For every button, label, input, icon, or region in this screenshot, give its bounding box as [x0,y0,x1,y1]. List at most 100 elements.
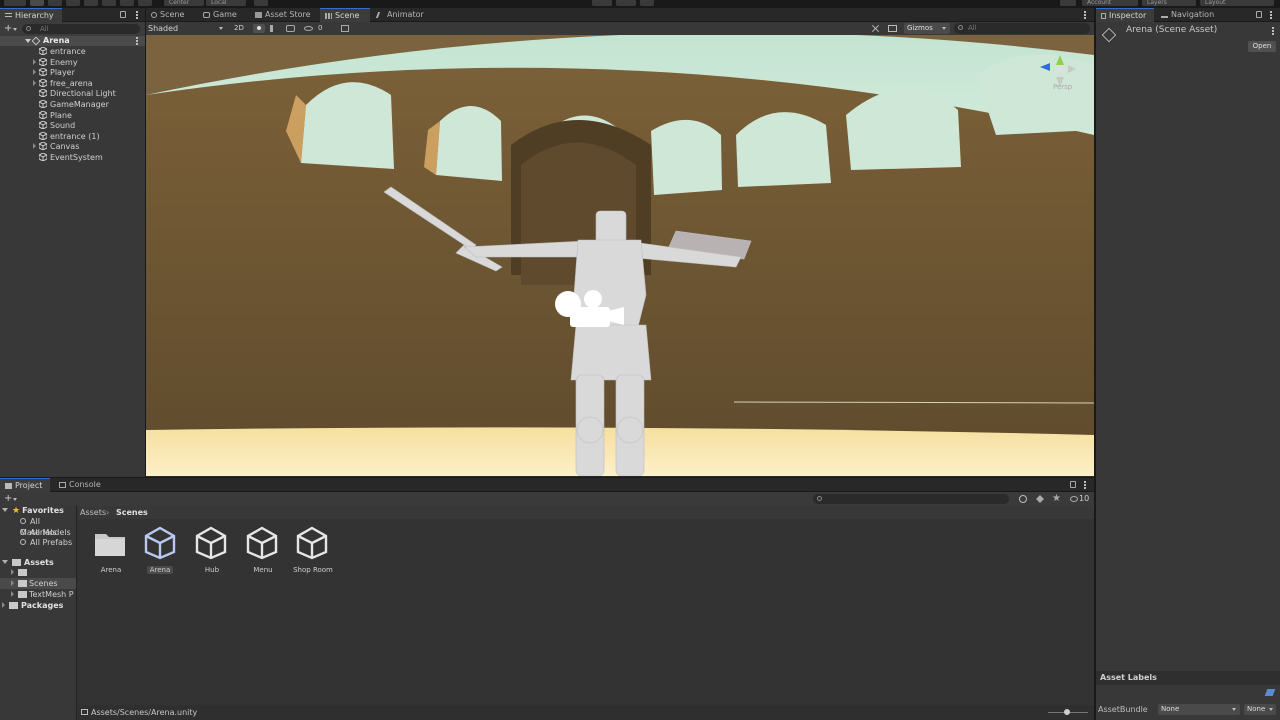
expand-arrow-icon[interactable] [11,579,14,586]
add-icon[interactable]: + [4,23,12,34]
hierarchy-item[interactable]: Canvas [0,141,145,152]
hierarchy-item[interactable]: entrance [0,46,145,57]
favorite-star-icon[interactable]: ★ [1052,492,1061,506]
expand-arrow-icon[interactable] [33,69,36,76]
camera-settings-icon[interactable] [888,25,897,32]
shading-mode-dropdown[interactable]: Shaded [148,22,226,35]
tools-icon[interactable] [871,24,880,33]
space-toggle[interactable]: Local [206,0,246,6]
tab-scene-1[interactable]: Scene [146,8,196,22]
scene-menu-icon[interactable] [136,37,138,45]
create-asset-icon[interactable]: + [4,493,12,504]
asset-options-icon[interactable] [1272,27,1274,35]
lighting-toggle-icon[interactable] [253,24,265,33]
tab-asset-store[interactable]: Asset Store [250,8,318,22]
hierarchy-item[interactable]: free_arena [0,78,145,89]
tab-hierarchy[interactable]: Hierarchy [0,8,62,22]
tab-project[interactable]: Project [0,478,50,492]
hierarchy-item[interactable]: Directional Light [0,88,145,99]
favorite-item[interactable]: All Models [20,527,71,538]
lock-icon[interactable] [1070,481,1076,488]
asset-bundle-dropdown[interactable]: None [1158,704,1240,715]
scene-search-input[interactable]: All [954,23,1090,34]
tab-animator[interactable]: Animator [372,8,432,22]
snap-icon[interactable] [254,0,268,6]
collab-cloud-icon[interactable] [1060,0,1076,6]
rotate-tool-icon[interactable] [66,0,80,6]
icon-size-slider[interactable] [1048,709,1088,715]
visibility-icon[interactable] [304,25,313,32]
slider-handle[interactable] [1064,709,1070,715]
project-scene-item[interactable]: Hub [192,526,232,578]
asset-folder-item[interactable]: Scenes [0,577,76,589]
asset-bundle-variant-dropdown[interactable]: None [1244,704,1276,715]
project-scene-item[interactable]: Menu [243,526,283,578]
move-tool-icon[interactable] [48,0,62,6]
expand-arrow-icon[interactable] [11,569,14,575]
expand-arrow-icon[interactable] [11,590,14,597]
favorite-item[interactable]: All Prefabs [20,537,72,548]
expand-arrow-icon[interactable] [33,143,36,150]
view-tool-icon[interactable] [30,0,44,6]
lock-icon[interactable] [1256,11,1262,18]
gizmos-dropdown[interactable]: Gizmos [904,23,950,34]
scene-panel-menu-icon[interactable] [1084,11,1086,19]
create-dropdown-icon[interactable] [13,498,17,501]
account-menu-icon[interactable] [4,0,26,6]
hierarchy-menu-icon[interactable] [136,11,138,19]
account-dropdown[interactable]: Account [1082,0,1138,6]
expand-arrow-icon[interactable] [25,39,31,43]
hierarchy-item[interactable]: Plane [0,110,145,121]
rect-tool-icon[interactable] [102,0,116,6]
inspector-menu-icon[interactable] [1270,11,1272,19]
orientation-gizmo[interactable]: Persp [1038,53,1078,95]
expand-arrow-icon[interactable] [33,79,36,86]
open-button[interactable]: Open [1248,41,1276,52]
hidden-packages-badge[interactable]: 10 [1070,492,1089,506]
favorites-section[interactable]: ★ Favorites [2,506,64,516]
packages-section[interactable]: Packages [2,600,63,611]
effects-toggle-icon[interactable] [286,25,295,32]
search-by-type-icon[interactable] [1019,495,1027,503]
hierarchy-search-input[interactable]: All [22,24,140,34]
label-tag-icon[interactable] [1264,689,1276,696]
project-search-input[interactable] [813,494,1009,504]
play-button[interactable] [592,0,612,6]
breadcrumb-assets[interactable]: Assets [80,506,106,519]
tab-console[interactable]: Console [54,478,106,492]
tab-inspector[interactable]: Inspector [1096,8,1154,22]
asset-folder-item[interactable]: Healthbaras [0,567,76,588]
hidden-objects-count[interactable]: 0 [318,22,322,35]
expand-arrow-icon[interactable] [33,58,36,65]
tab-navigation[interactable]: Navigation [1156,8,1222,22]
tab-game[interactable]: Game [198,8,248,22]
scene-viewport[interactable]: Persp [146,35,1094,476]
layers-dropdown[interactable]: Layers [1142,0,1196,6]
lock-icon[interactable] [120,11,126,18]
pivot-toggle[interactable]: Center [164,0,204,6]
2d-toggle[interactable]: 2D [232,22,246,35]
breadcrumb-scenes[interactable]: Scenes [116,506,148,519]
tab-scene-2[interactable]: Scene [320,8,370,22]
pause-button[interactable] [616,0,636,6]
project-scene-item[interactable]: Arena [141,526,181,578]
hierarchy-item[interactable]: Enemy [0,57,145,68]
scale-tool-icon[interactable] [84,0,98,6]
hierarchy-scene-row[interactable]: Arena [0,36,145,46]
hierarchy-item[interactable]: Sound [0,120,145,131]
transform-tool-icon[interactable] [120,0,134,6]
add-dropdown-icon[interactable] [13,28,17,31]
audio-toggle-icon[interactable] [270,25,279,32]
layout-dropdown[interactable]: Layout [1200,0,1274,6]
grid-toggle-icon[interactable] [341,25,349,32]
custom-tool-icon[interactable] [138,0,152,6]
hierarchy-item[interactable]: EventSystem [0,152,145,163]
asset-folder-item[interactable]: TextMesh P [0,589,76,600]
favorite-item[interactable]: All Materials [20,516,76,537]
hierarchy-item[interactable]: Player [0,67,145,78]
step-button[interactable] [640,0,654,6]
project-folder-item[interactable]: Arena [91,526,131,578]
search-by-label-icon[interactable] [1036,495,1044,503]
hierarchy-item[interactable]: GameManager [0,99,145,110]
project-menu-icon[interactable] [1084,481,1086,489]
